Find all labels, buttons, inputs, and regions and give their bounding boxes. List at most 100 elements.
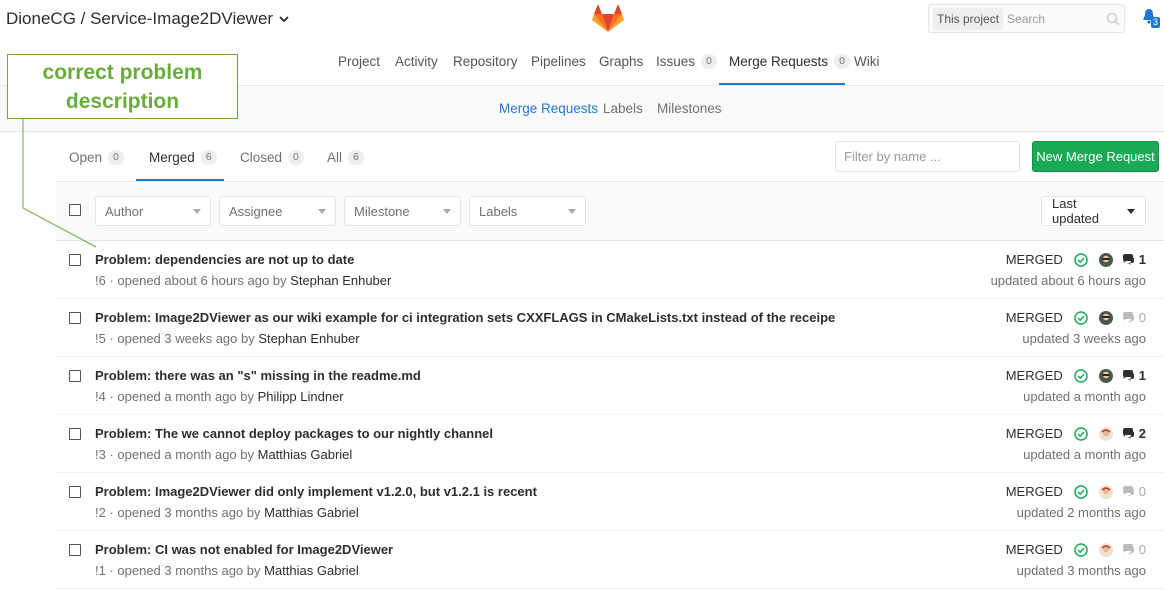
search-scope-badge[interactable]: This project — [933, 7, 1004, 30]
nav-repository[interactable]: Repository — [453, 54, 518, 69]
assignee-dropdown[interactable]: Assignee — [219, 196, 336, 226]
row-checkbox[interactable] — [69, 254, 81, 266]
filter-by-name-input[interactable]: Filter by name ... — [835, 141, 1020, 172]
author-link[interactable]: Matthias Gabriel — [258, 447, 353, 462]
labels-dropdown[interactable]: Labels — [469, 196, 586, 226]
merge-request-title[interactable]: Problem: The we cannot deploy packages t… — [95, 426, 493, 441]
merge-request-row: Problem: The we cannot deploy packages t… — [56, 415, 1164, 473]
author-link[interactable]: Matthias Gabriel — [264, 505, 359, 520]
merge-request-status-group: MERGED 0 — [1006, 310, 1146, 325]
comments-count[interactable]: 2 — [1122, 426, 1146, 441]
tab-merged-label: Merged — [149, 150, 195, 165]
subnav-milestones[interactable]: Milestones — [657, 101, 722, 116]
issues-count-badge: 0 — [701, 54, 717, 69]
comments-count[interactable]: 0 — [1122, 310, 1146, 325]
new-merge-request-button[interactable]: New Merge Request — [1032, 141, 1159, 172]
merge-request-title[interactable]: Problem: there was an "s" missing in the… — [95, 368, 421, 383]
nav-wiki[interactable]: Wiki — [854, 54, 880, 69]
pipeline-success-icon[interactable] — [1074, 368, 1088, 383]
tab-all-count: 6 — [348, 150, 364, 165]
merge-request-status-group: MERGED 0 — [1006, 542, 1146, 557]
pipeline-success-icon[interactable] — [1074, 310, 1088, 325]
notification-bell-icon[interactable]: 3 — [1142, 8, 1160, 28]
tab-open[interactable]: Open 0 — [69, 150, 124, 165]
nav-project[interactable]: Project — [338, 54, 380, 69]
comments-count-value: 0 — [1138, 310, 1146, 325]
nav-issues[interactable]: Issues 0 — [656, 54, 717, 69]
nav-pipelines[interactable]: Pipelines — [531, 54, 586, 69]
merge-request-meta-text: !1 · opened 3 months ago by — [95, 563, 265, 578]
assignee-avatar[interactable] — [1098, 252, 1113, 267]
milestone-dropdown[interactable]: Milestone — [344, 196, 461, 226]
chevron-down-icon — [279, 14, 289, 26]
subnav-merge-requests[interactable]: Merge Requests — [499, 101, 598, 116]
comments-icon — [1122, 369, 1136, 382]
merge-request-list: Problem: dependencies are not up to date… — [56, 241, 1164, 589]
author-link[interactable]: Stephan Enhuber — [290, 273, 391, 288]
sort-dropdown[interactable]: Last updated — [1041, 196, 1146, 226]
status-label: MERGED — [1005, 252, 1063, 267]
comments-icon — [1122, 543, 1136, 556]
assignee-avatar[interactable] — [1098, 484, 1113, 499]
assignee-avatar[interactable] — [1098, 310, 1113, 325]
merge-request-title[interactable]: Problem: Image2DViewer as our wiki examp… — [95, 310, 835, 325]
assignee-avatar[interactable] — [1098, 426, 1113, 441]
subnav-labels[interactable]: Labels — [603, 101, 643, 116]
nav-project-label: Project — [338, 54, 381, 69]
tab-all[interactable]: All 6 — [327, 150, 364, 165]
pipeline-success-icon[interactable] — [1074, 484, 1088, 499]
pipeline-success-icon[interactable] — [1074, 252, 1088, 267]
row-checkbox[interactable] — [69, 544, 81, 556]
comments-count[interactable]: 0 — [1122, 484, 1146, 499]
merge-request-meta: !3 · opened a month ago by Matthias Gabr… — [95, 447, 352, 462]
nav-wiki-label: Wiki — [854, 54, 880, 69]
merge-request-row: Problem: dependencies are not up to date… — [56, 241, 1164, 299]
merge-request-status-group: MERGED 1 — [1006, 368, 1146, 383]
merge-request-title[interactable]: Problem: CI was not enabled for Image2DV… — [95, 542, 393, 557]
project-title[interactable]: DioneCG / Service-Image2DViewer — [6, 9, 289, 29]
nav-issues-label: Issues — [656, 54, 696, 69]
tab-all-label: All — [327, 150, 343, 165]
pipeline-success-icon[interactable] — [1074, 426, 1088, 441]
row-checkbox[interactable] — [69, 428, 81, 440]
row-checkbox[interactable] — [69, 312, 81, 324]
notification-count-badge: 3 — [1150, 17, 1160, 28]
tab-closed[interactable]: Closed 0 — [240, 150, 304, 165]
search-input[interactable]: Search — [1007, 12, 1106, 26]
tab-merged[interactable]: Merged 6 — [149, 150, 217, 165]
assignee-dropdown-label: Assignee — [229, 203, 283, 219]
author-link[interactable]: Matthias Gabriel — [264, 563, 359, 578]
comments-count[interactable]: 1 — [1122, 368, 1146, 383]
nav-activity[interactable]: Activity — [395, 54, 438, 69]
comments-count[interactable]: 1 — [1122, 252, 1146, 267]
gitlab-logo-icon[interactable] — [592, 3, 624, 33]
pipeline-success-icon[interactable] — [1074, 542, 1088, 557]
assignee-avatar[interactable] — [1098, 542, 1113, 557]
search-box[interactable]: This project Search — [928, 4, 1125, 33]
select-all-checkbox[interactable] — [69, 204, 81, 216]
assignee-avatar[interactable] — [1098, 368, 1113, 383]
milestone-dropdown-label: Milestone — [354, 203, 410, 219]
row-checkbox[interactable] — [69, 486, 81, 498]
nav-pipelines-label: Pipelines — [531, 54, 586, 69]
status-label: MERGED — [1005, 426, 1063, 441]
comments-count[interactable]: 0 — [1122, 542, 1146, 557]
author-link[interactable]: Philipp Lindner — [258, 389, 344, 404]
status-label: MERGED — [1005, 310, 1063, 325]
merge-request-title[interactable]: Problem: dependencies are not up to date — [95, 252, 354, 267]
nav-merge-requests-label: Merge Requests — [729, 54, 829, 69]
nav-merge-requests[interactable]: Merge Requests 0 — [729, 54, 850, 69]
tab-merged-count: 6 — [200, 150, 217, 165]
merge-request-row: Problem: there was an "s" missing in the… — [56, 357, 1164, 415]
updated-timestamp: updated 2 months ago — [1016, 505, 1146, 520]
row-checkbox[interactable] — [69, 370, 81, 382]
merge-request-title[interactable]: Problem: Image2DViewer did only implemen… — [95, 484, 537, 499]
comments-icon — [1122, 253, 1136, 266]
merge-request-meta: !2 · opened 3 months ago by Matthias Gab… — [95, 505, 359, 520]
comments-icon — [1122, 311, 1136, 324]
author-link[interactable]: Stephan Enhuber — [258, 331, 359, 346]
tab-closed-label: Closed — [240, 150, 283, 165]
author-dropdown[interactable]: Author — [95, 196, 211, 226]
nav-graphs[interactable]: Graphs — [599, 54, 643, 69]
caret-down-icon — [193, 208, 201, 214]
